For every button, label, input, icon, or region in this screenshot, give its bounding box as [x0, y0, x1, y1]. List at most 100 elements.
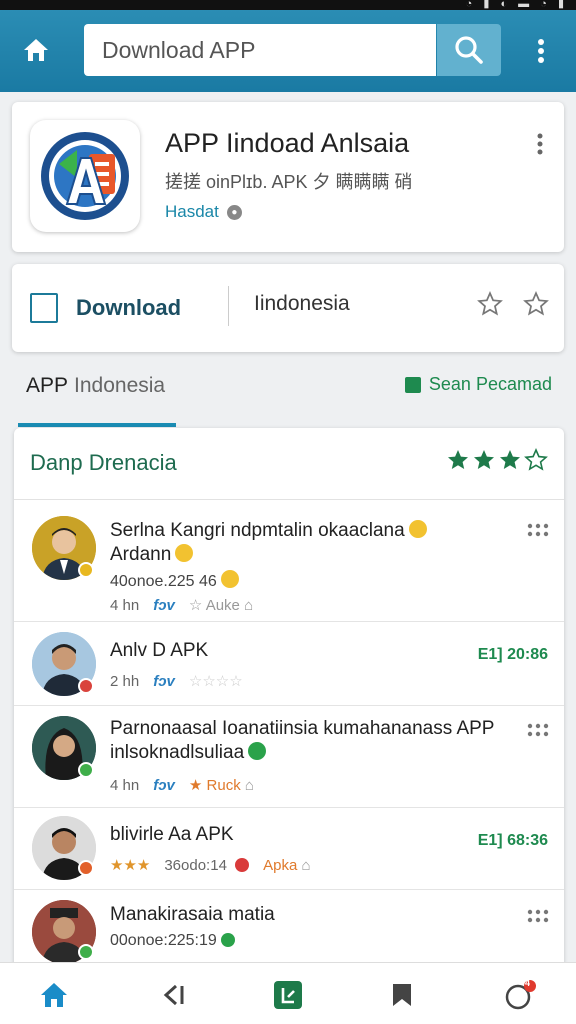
favorite-button[interactable]: [474, 288, 506, 320]
row-meta: 4 hn fɔv ☆ Auke ⌂: [110, 596, 253, 615]
top-app-bar: Download APP: [0, 10, 576, 92]
row-title: Serlna Kangri ndpmtalin okaaclana: [110, 520, 405, 541]
tab-right-label: Sean Pecamad: [428, 374, 552, 394]
share-icon: ⌂: [244, 597, 254, 614]
row-detail: 36odo:14: [164, 856, 250, 874]
more-horiz-icon[interactable]: [526, 522, 550, 538]
row-title: Parnonaasal Ioanatiinsia kumahananass AP…: [110, 718, 495, 739]
nav-profile[interactable]: 4: [500, 977, 540, 1013]
rating-stars: ☆☆☆☆: [188, 673, 243, 690]
row-detail: 00onoe:225:19: [110, 932, 217, 949]
list-item[interactable]: Anlv D APK 2 hh fɔv ☆☆☆☆ E1] 20:86: [14, 622, 564, 706]
check-emoji-icon: [220, 933, 235, 947]
row-action-label: Auke: [205, 597, 240, 614]
star-outline-icon: [477, 291, 503, 316]
status-dot: [78, 678, 94, 694]
list-item[interactable]: Parnonaasal Ioanatiinsia kumahananass AP…: [14, 706, 564, 808]
list-header: Danp Drenacia: [14, 428, 564, 500]
row-time: 4 hn: [110, 776, 140, 794]
developer-name: Hasdat: [165, 202, 219, 221]
action-card: Download Iindonesia: [12, 264, 564, 352]
list-item[interactable]: Serlna Kangri ndpmtalin okaaclana Ardann…: [14, 500, 564, 622]
info-icon: ●: [226, 204, 242, 220]
divider: [228, 286, 229, 326]
row-line2-wrap: inlsoknadlsuliaa: [110, 742, 267, 764]
row-detail-wrap: 40onoe.225 46: [110, 570, 239, 591]
row-detail-wrap: 00onoe:225:19: [110, 932, 235, 950]
row-tag[interactable]: fɔv: [153, 673, 175, 690]
region-label: Iindonesia: [254, 292, 350, 315]
star-outline-icon: ☆: [188, 597, 206, 614]
star-filled-icon: [448, 450, 468, 469]
row-tag[interactable]: fɔv: [153, 597, 175, 614]
nav-home[interactable]: [34, 977, 74, 1013]
more-horiz-icon[interactable]: [526, 908, 550, 924]
list-item[interactable]: blivirle Aa APK ★★★ 36odo:14 Apka ⌂ E1] …: [14, 808, 564, 890]
download-icon: [30, 293, 58, 323]
rate-button[interactable]: [520, 288, 552, 320]
row-time: 2 hh: [110, 672, 140, 690]
bottom-navigation: 4: [0, 962, 576, 1024]
row-title: Manakirasaia matia: [110, 904, 275, 925]
app-card-menu-button[interactable]: [530, 130, 550, 158]
search-input[interactable]: Download APP: [84, 24, 436, 76]
status-icons: ◔ ▮ ◐ ▬ ◔ ▮: [465, 0, 568, 10]
row-title: Anlv D APK: [110, 640, 209, 661]
row-meta: 4 hn fɔv ★ Ruck ⌂: [110, 776, 254, 795]
row-line2-wrap: Ardann: [110, 544, 194, 566]
home-icon: [24, 39, 48, 61]
home-button[interactable]: [16, 30, 56, 70]
app-logo-image: [41, 132, 129, 220]
review-list-card: Danp Drenacia Serlna Kangri ndpmtalin ok…: [14, 428, 564, 968]
notification-badge: 4: [525, 978, 531, 988]
row-title: blivirle Aa APK: [110, 824, 234, 845]
row-action-label: Apka: [263, 856, 298, 874]
star-outline-icon: [523, 291, 549, 316]
nav-bookmark[interactable]: [382, 977, 422, 1013]
list-title: Danp Drenacia: [30, 450, 177, 475]
status-dot: [78, 562, 94, 578]
more-horiz-icon[interactable]: [526, 722, 550, 738]
more-vert-icon: [537, 133, 543, 155]
store-icon: [274, 981, 302, 1009]
tab-label: APP: [26, 374, 69, 397]
star-outline-icon: [524, 448, 548, 471]
search-icon: [455, 36, 483, 64]
status-dot: [78, 860, 94, 876]
profile-icon: [505, 980, 536, 1010]
share-icon: ⌂: [301, 856, 311, 874]
more-vert-icon: [538, 39, 544, 63]
search-button[interactable]: [437, 24, 501, 76]
row-timestamp: E1] 68:36: [477, 832, 548, 849]
tab-label-secondary: Indonesia: [74, 374, 166, 397]
share-icon: ⌂: [244, 777, 254, 794]
download-label: Download: [76, 295, 182, 320]
row-action[interactable]: ☆ Auke ⌂: [189, 596, 253, 614]
nav-store[interactable]: [268, 977, 308, 1013]
smile-emoji-icon: [175, 544, 194, 562]
tab-sean-pecamad[interactable]: Sean Pecamad: [404, 374, 552, 395]
row-meta: ★★★ 36odo:14 Apka ⌂: [110, 856, 311, 875]
row-action[interactable]: Apka ⌂: [263, 857, 310, 874]
row-line1-wrap: Serlna Kangri ndpmtalin okaaclana: [110, 520, 427, 542]
home-icon: [41, 983, 67, 1007]
row-detail-text: 36odo:14: [164, 856, 227, 874]
row-timestamp: E1] 20:86: [477, 646, 548, 663]
overflow-menu-button[interactable]: [526, 32, 556, 70]
nav-back[interactable]: [154, 977, 194, 1013]
back-icon: [163, 984, 184, 1006]
row-action[interactable]: ★ Ruck ⌂: [189, 776, 254, 794]
row-tag[interactable]: fɔv: [153, 777, 175, 794]
rating-stars: [446, 448, 548, 472]
app-developer[interactable]: Hasdat ●: [165, 202, 242, 222]
list-item[interactable]: Manakirasaia matia 00onoe:225:19: [14, 890, 564, 968]
tag-icon: [404, 376, 421, 393]
download-button[interactable]: Download: [30, 286, 181, 330]
app-logo: [30, 120, 140, 232]
app-title: APP Iindoad Anlsaia: [165, 128, 410, 158]
active-tab-indicator: [18, 423, 176, 427]
tab-app-indonesia[interactable]: APP Indonesia: [26, 374, 165, 398]
row-meta: 2 hh fɔv ☆☆☆☆: [110, 672, 243, 691]
app-subtitle: 搓搓 oinPlɪb. APK 夕 瞒瞒瞒 硝: [165, 172, 413, 192]
star-filled-icon: ★: [188, 777, 207, 794]
